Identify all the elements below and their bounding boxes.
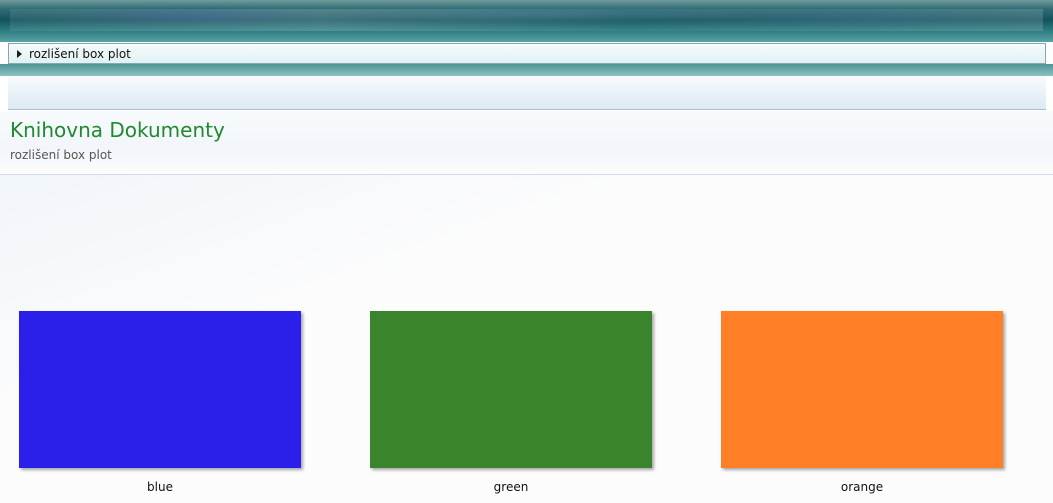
library-title: Knihovna Dokumenty	[10, 118, 225, 142]
file-name[interactable]: orange	[721, 480, 1003, 494]
file-thumbnail[interactable]	[19, 311, 301, 468]
address-bar[interactable]: rozlišení box plot	[8, 43, 1046, 64]
title-bar-glass	[10, 9, 1043, 31]
breadcrumb-arrow-icon[interactable]	[17, 49, 22, 58]
file-item-orange[interactable]: orange	[721, 311, 1005, 496]
content-pane: Knihovna Dokumenty rozlišení box plot bl…	[0, 111, 1053, 503]
file-name[interactable]: blue	[19, 480, 301, 494]
file-item-green[interactable]: green	[370, 311, 654, 496]
title-bar	[0, 0, 1053, 42]
library-header: Knihovna Dokumenty rozlišení box plot	[0, 111, 1053, 175]
library-subtitle: rozlišení box plot	[10, 148, 112, 162]
title-bar-bottom	[0, 64, 1053, 76]
file-thumbnail[interactable]	[721, 311, 1003, 468]
breadcrumb-folder[interactable]: rozlišení box plot	[29, 47, 131, 61]
file-item-blue[interactable]: blue	[19, 311, 303, 496]
file-thumbnail[interactable]	[370, 311, 652, 468]
explorer-window: rozlišení box plot Knihovna Dokumenty ro…	[0, 0, 1053, 503]
command-bar	[8, 76, 1046, 110]
file-name[interactable]: green	[370, 480, 652, 494]
